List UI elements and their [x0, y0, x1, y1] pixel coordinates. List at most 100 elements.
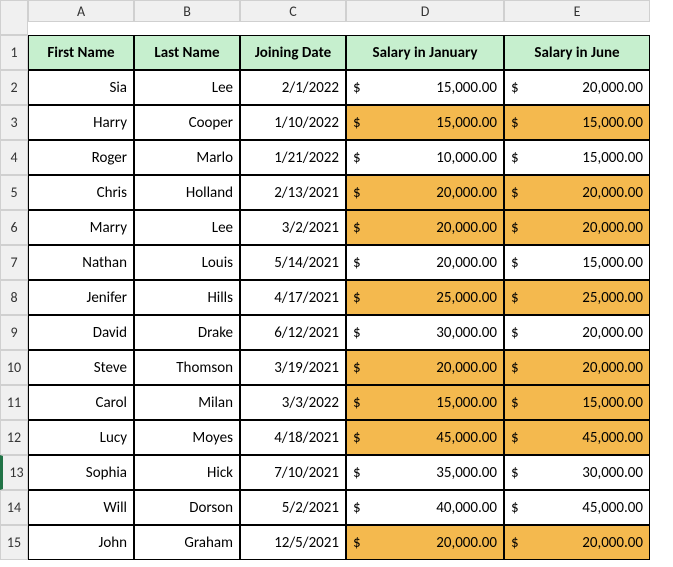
cell-joindate[interactable]: 2/13/2021: [240, 175, 346, 210]
cell-joindate[interactable]: 5/2/2021: [240, 490, 346, 525]
cell-firstname[interactable]: Jenifer: [28, 280, 134, 315]
row-header-7[interactable]: 7: [0, 245, 28, 280]
cell-saljun[interactable]: $15,000.00: [504, 385, 650, 420]
cell-lastname[interactable]: Hills: [134, 280, 240, 315]
cell-saljan[interactable]: $15,000.00: [346, 385, 504, 420]
row-header-14[interactable]: 14: [0, 490, 28, 525]
cell-firstname[interactable]: Roger: [28, 140, 134, 175]
salary-value: 40,000.00: [436, 499, 497, 517]
cell-joindate[interactable]: 5/14/2021: [240, 245, 346, 280]
cell-firstname[interactable]: Will: [28, 490, 134, 525]
cell-saljan[interactable]: $15,000.00: [346, 70, 504, 105]
row-header-10[interactable]: 10: [0, 350, 28, 385]
cell-joindate[interactable]: 1/21/2022: [240, 140, 346, 175]
row-header-11[interactable]: 11: [0, 385, 28, 420]
cell-saljan[interactable]: $20,000.00: [346, 525, 504, 560]
cell-saljun[interactable]: $15,000.00: [504, 105, 650, 140]
cell-lastname[interactable]: Hick: [134, 455, 240, 490]
cell-joindate[interactable]: 3/2/2021: [240, 210, 346, 245]
cell-joindate[interactable]: 3/3/2022: [240, 385, 346, 420]
cell-firstname[interactable]: Chris: [28, 175, 134, 210]
row-header-9[interactable]: 9: [0, 315, 28, 350]
row-header-13[interactable]: 13: [0, 455, 28, 490]
cell-saljun[interactable]: $20,000.00: [504, 525, 650, 560]
cell-lastname[interactable]: Thomson: [134, 350, 240, 385]
cell-saljan[interactable]: $15,000.00: [346, 105, 504, 140]
cell-saljan[interactable]: $20,000.00: [346, 350, 504, 385]
cell-firstname[interactable]: Harry: [28, 105, 134, 140]
cell-joindate[interactable]: 3/19/2021: [240, 350, 346, 385]
cell-firstname[interactable]: Lucy: [28, 420, 134, 455]
cell-saljan[interactable]: $30,000.00: [346, 315, 504, 350]
cell-joindate[interactable]: 1/10/2022: [240, 105, 346, 140]
salary-value: 30,000.00: [582, 464, 643, 482]
col-header-D[interactable]: D: [346, 0, 504, 22]
cell-firstname[interactable]: David: [28, 315, 134, 350]
cell-lastname[interactable]: Lee: [134, 210, 240, 245]
spreadsheet[interactable]: ABCDE1First NameLast NameJoining DateSal…: [0, 0, 673, 560]
row-header-3[interactable]: 3: [0, 105, 28, 140]
cell-firstname[interactable]: Nathan: [28, 245, 134, 280]
cell-saljun[interactable]: $45,000.00: [504, 420, 650, 455]
cell-saljan[interactable]: $10,000.00: [346, 140, 504, 175]
row-header-15[interactable]: 15: [0, 525, 28, 560]
cell-firstname[interactable]: Sia: [28, 70, 134, 105]
cell-joindate[interactable]: 4/18/2021: [240, 420, 346, 455]
currency-symbol: $: [353, 464, 361, 482]
cell-joindate[interactable]: 12/5/2021: [240, 525, 346, 560]
row-header-8[interactable]: 8: [0, 280, 28, 315]
cell-saljun[interactable]: $15,000.00: [504, 245, 650, 280]
cell-lastname[interactable]: Milan: [134, 385, 240, 420]
row-header-5[interactable]: 5: [0, 175, 28, 210]
cell-lastname[interactable]: Cooper: [134, 105, 240, 140]
cell-saljan[interactable]: $40,000.00: [346, 490, 504, 525]
currency-symbol: $: [511, 219, 519, 237]
row-header-12[interactable]: 12: [0, 420, 28, 455]
row-header-2[interactable]: 2: [0, 70, 28, 105]
cell-saljan[interactable]: $20,000.00: [346, 245, 504, 280]
cell-lastname[interactable]: Holland: [134, 175, 240, 210]
cell-lastname[interactable]: Marlo: [134, 140, 240, 175]
currency-symbol: $: [353, 184, 361, 202]
cell-joindate[interactable]: 4/17/2021: [240, 280, 346, 315]
cell-firstname[interactable]: Carol: [28, 385, 134, 420]
cell-saljan[interactable]: $20,000.00: [346, 175, 504, 210]
cell-saljun[interactable]: $20,000.00: [504, 350, 650, 385]
cell-saljun[interactable]: $20,000.00: [504, 175, 650, 210]
cell-saljan[interactable]: $20,000.00: [346, 210, 504, 245]
salary-value: 20,000.00: [582, 359, 643, 377]
cell-lastname[interactable]: Dorson: [134, 490, 240, 525]
row-header-4[interactable]: 4: [0, 140, 28, 175]
cell-firstname[interactable]: Marry: [28, 210, 134, 245]
col-header-E[interactable]: E: [504, 0, 650, 22]
cell-saljun[interactable]: $20,000.00: [504, 70, 650, 105]
cell-saljun[interactable]: $45,000.00: [504, 490, 650, 525]
cell-lastname[interactable]: Lee: [134, 70, 240, 105]
cell-saljun[interactable]: $20,000.00: [504, 210, 650, 245]
cell-lastname[interactable]: Drake: [134, 315, 240, 350]
cell-lastname[interactable]: Moyes: [134, 420, 240, 455]
cell-saljun[interactable]: $25,000.00: [504, 280, 650, 315]
cell-saljan[interactable]: $25,000.00: [346, 280, 504, 315]
cell-lastname[interactable]: Graham: [134, 525, 240, 560]
cell-joindate[interactable]: 6/12/2021: [240, 315, 346, 350]
cell-joindate[interactable]: 7/10/2021: [240, 455, 346, 490]
row-header-1[interactable]: 1: [0, 35, 28, 70]
currency-symbol: $: [511, 289, 519, 307]
cell-firstname[interactable]: John: [28, 525, 134, 560]
currency-symbol: $: [353, 149, 361, 167]
cell-firstname[interactable]: Steve: [28, 350, 134, 385]
cell-lastname[interactable]: Louis: [134, 245, 240, 280]
col-header-A[interactable]: A: [28, 0, 134, 22]
corner: [0, 0, 28, 35]
cell-saljan[interactable]: $45,000.00: [346, 420, 504, 455]
row-header-6[interactable]: 6: [0, 210, 28, 245]
cell-saljan[interactable]: $35,000.00: [346, 455, 504, 490]
cell-saljun[interactable]: $15,000.00: [504, 140, 650, 175]
cell-saljun[interactable]: $30,000.00: [504, 455, 650, 490]
col-header-C[interactable]: C: [240, 0, 346, 22]
cell-saljun[interactable]: $20,000.00: [504, 315, 650, 350]
col-header-B[interactable]: B: [134, 0, 240, 22]
cell-joindate[interactable]: 2/1/2022: [240, 70, 346, 105]
cell-firstname[interactable]: Sophia: [28, 455, 134, 490]
